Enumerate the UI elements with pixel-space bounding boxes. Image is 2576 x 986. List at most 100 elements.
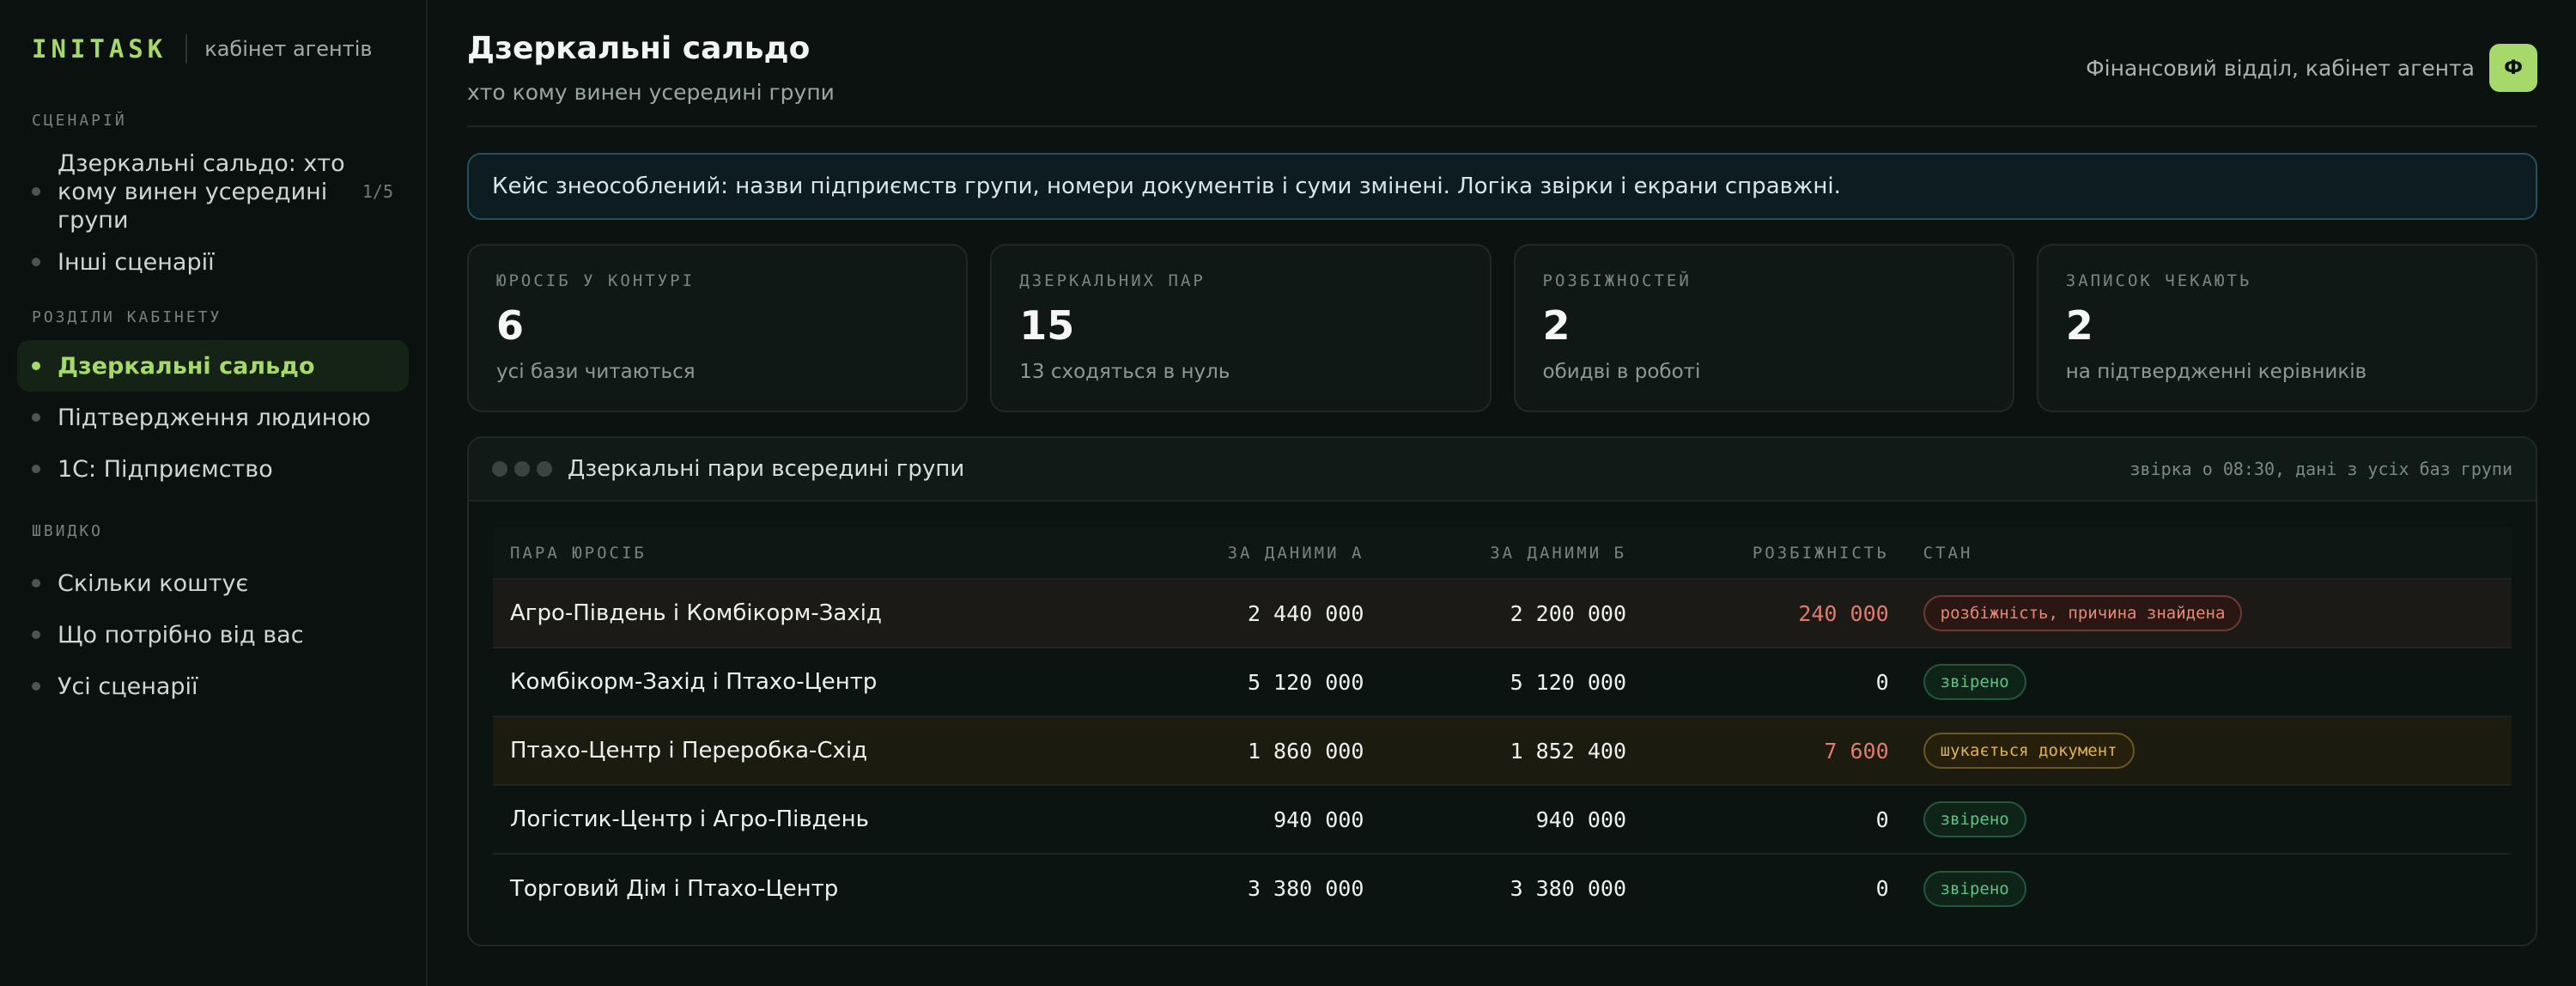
mirror-pairs-panel: Дзеркальні пари всередині групи звірка о… (467, 436, 2537, 946)
window-dots (492, 461, 552, 477)
table-row[interactable]: Торговий Дім і Птахо-Центр 3 380 000 3 3… (493, 854, 2512, 922)
bullet-icon (32, 630, 40, 639)
column-header-side-a[interactable]: ЗА ДАНИМИ А (1119, 527, 1382, 579)
sidebar-item-pricing[interactable]: Скільки коштує (17, 557, 409, 609)
sidebar-item-all-scenarios[interactable]: Усі сценарії (17, 660, 409, 712)
stat-value: 15 (1019, 302, 1075, 349)
sidebar-item-mirror-balances-scenario[interactable]: Дзеркальні сальдо: хто кому винен усеред… (17, 147, 409, 236)
stat-card-discrepancies: РОЗБІЖНОСТЕЙ 2 обидві в роботі (1513, 244, 2014, 412)
amount-a: 3 380 000 (1247, 876, 1364, 901)
bullet-icon (32, 579, 40, 587)
sidebar-item-human-confirmation[interactable]: Підтвердження людиною (17, 392, 409, 443)
brand-subtitle: кабінет агентів (204, 37, 373, 61)
panel-sync-meta: звірка о 08:30, дані з усіх баз групи (2129, 459, 2512, 479)
discrepancy: 0 (1875, 806, 1889, 832)
stat-note: на підтвердженні керівників (2065, 361, 2367, 383)
stat-card-mirror-pairs: ДЗЕРКАЛЬНИХ ПАР 15 13 сходяться в нуль (990, 244, 1492, 412)
stat-note: обидві в роботі (1542, 361, 1701, 383)
discrepancy: 0 (1875, 669, 1889, 695)
amount-b: 3 380 000 (1510, 876, 1627, 901)
stats-row: ЮРОСІБ У КОНТУРІ 6 усі бази читаються ДЗ… (467, 244, 2537, 412)
stat-note: усі бази читаються (496, 361, 696, 383)
bullet-icon (32, 413, 40, 422)
sidebar-item-1c[interactable]: 1С: Підприємство (17, 443, 409, 495)
sidebar-item-label: Дзеркальні сальдо (58, 352, 315, 380)
sidebar-item-other-scenarios[interactable]: Інші сценарії (17, 236, 409, 288)
table-row[interactable]: Птахо-Центр і Переробка-Схід 1 860 000 1… (493, 716, 2512, 785)
bullet-icon (32, 465, 40, 473)
amount-a: 2 440 000 (1247, 600, 1364, 626)
pair-name: Логістик-Центр і Агро-Південь (510, 806, 869, 832)
pair-name: Комбікорм-Захід і Птахо-Центр (510, 669, 878, 695)
sidebar-section-cabinet: РОЗДІЛИ КАБІНЕТУ (32, 308, 222, 326)
bullet-icon (32, 682, 40, 691)
main-content: Дзеркальні сальдо хто кому винен усереди… (428, 0, 2576, 986)
stat-label: ЗАПИСОК ЧЕКАЮТЬ (2065, 271, 2252, 290)
brand-divider (185, 34, 188, 64)
stat-card-pending-notes: ЗАПИСОК ЧЕКАЮТЬ 2 на підтвердженні керів… (2036, 244, 2537, 412)
bullet-icon (32, 362, 40, 370)
amount-b: 5 120 000 (1510, 669, 1627, 695)
app-root: INITASK кабінет агентів СЦЕНАРІЙ Дзеркал… (0, 0, 2576, 986)
sidebar-section-scenario: СЦЕНАРІЙ (32, 112, 127, 130)
amount-b: 940 000 (1535, 806, 1627, 832)
table-row[interactable]: Комбікорм-Захід і Птахо-Центр 5 120 000 … (493, 648, 2512, 716)
sidebar-item-label: Скільки коштує (58, 569, 249, 597)
window-dot-icon (537, 461, 552, 477)
page-header: Дзеркальні сальдо хто кому винен усереди… (467, 0, 2537, 127)
column-header-diff[interactable]: РОЗБІЖНІСТЬ (1643, 527, 1906, 579)
pair-name: Агро-Південь і Комбікорм-Захід (510, 600, 882, 626)
page-title: Дзеркальні сальдо (467, 31, 811, 66)
window-dot-icon (514, 461, 530, 477)
stat-label: ДЗЕРКАЛЬНИХ ПАР (1019, 271, 1206, 290)
stat-note: 13 сходяться в нуль (1019, 361, 1230, 383)
column-header-side-b[interactable]: ЗА ДАНИМИ Б (1381, 527, 1643, 579)
sidebar-item-requirements[interactable]: Що потрібно від вас (17, 609, 409, 660)
pair-name: Птахо-Центр і Переробка-Схід (510, 738, 868, 764)
window-dot-icon (492, 461, 507, 477)
column-header-status[interactable]: СТАН (1906, 527, 2512, 579)
sidebar-item-label: Підтвердження людиною (58, 404, 371, 431)
table-header-row: ПАРА ЮРОСІБ ЗА ДАНИМИ А ЗА ДАНИМИ Б РОЗБ… (493, 527, 2512, 579)
anonymization-notice: Кейс знеособлений: назви підприємств гру… (467, 153, 2537, 220)
status-badge: звірено (1923, 870, 2026, 907)
amount-b: 1 852 400 (1510, 738, 1627, 764)
pair-name: Торговий Дім і Птахо-Центр (510, 875, 839, 902)
stat-value: 2 (2065, 302, 2093, 349)
status-badge: звірено (1923, 664, 2026, 700)
amount-a: 5 120 000 (1247, 669, 1364, 695)
sidebar-item-label: Усі сценарії (58, 673, 198, 700)
stat-value: 6 (496, 302, 525, 349)
sidebar-item-mirror-balances[interactable]: Дзеркальні сальдо (17, 340, 409, 392)
panel-title: Дзеркальні пари всередині групи (568, 456, 965, 482)
scenario-step-counter: 1/5 (361, 181, 393, 202)
stat-label: ЮРОСІБ У КОНТУРІ (496, 271, 696, 290)
panel-titlebar: Дзеркальні пари всередині групи звірка о… (469, 438, 2536, 502)
table-row[interactable]: Агро-Південь і Комбікорм-Захід 2 440 000… (493, 579, 2512, 648)
discrepancy: 0 (1875, 876, 1889, 901)
mirror-pairs-table: ПАРА ЮРОСІБ ЗА ДАНИМИ А ЗА ДАНИМИ Б РОЗБ… (493, 527, 2512, 922)
amount-a: 940 000 (1273, 806, 1364, 832)
sidebar-item-label: 1С: Підприємство (58, 455, 273, 483)
amount-b: 2 200 000 (1510, 600, 1627, 626)
status-badge: розбіжність, причина знайдена (1923, 595, 2243, 631)
stat-value: 2 (1542, 302, 1571, 349)
stat-card-entities: ЮРОСІБ У КОНТУРІ 6 усі бази читаються (467, 244, 969, 412)
status-badge: звірено (1923, 801, 2026, 837)
brand-logo[interactable]: INITASK (32, 34, 167, 64)
avatar[interactable]: Ф (2489, 44, 2537, 92)
bullet-icon (32, 187, 40, 196)
sidebar-item-label: Що потрібно від вас (58, 621, 304, 648)
column-header-pair[interactable]: ПАРА ЮРОСІБ (493, 527, 1119, 579)
page-subtitle: хто кому винен усередині групи (467, 80, 835, 105)
table-row[interactable]: Логістик-Центр і Агро-Південь 940 000 94… (493, 785, 2512, 854)
org-name: Фінансовий відділ, кабінет агента (2086, 56, 2475, 81)
discrepancy: 240 000 (1798, 600, 1889, 626)
sidebar: INITASK кабінет агентів СЦЕНАРІЙ Дзеркал… (0, 0, 428, 986)
amount-a: 1 860 000 (1247, 738, 1364, 764)
discrepancy: 7 600 (1824, 738, 1889, 764)
stat-label: РОЗБІЖНОСТЕЙ (1542, 271, 1692, 290)
sidebar-item-label: Дзеркальні сальдо: хто кому винен усеред… (58, 149, 345, 234)
sidebar-item-label: Інші сценарії (58, 248, 215, 276)
sidebar-section-quick: ШВИДКО (32, 522, 104, 540)
